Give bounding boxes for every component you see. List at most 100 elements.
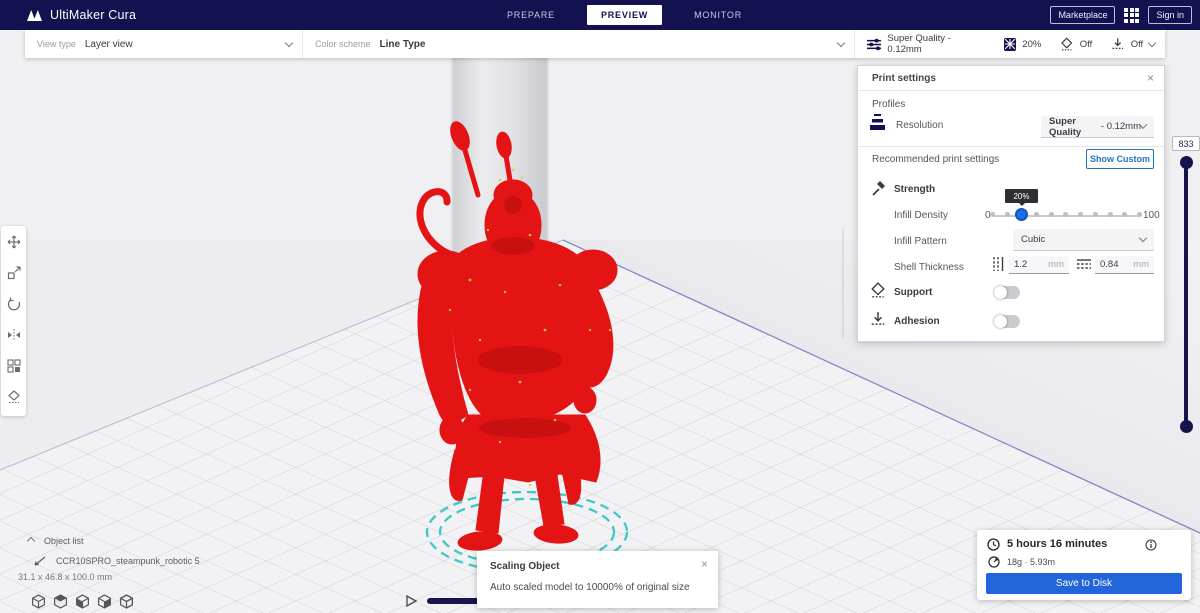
- chevron-down-icon: [836, 38, 846, 47]
- resolution-label: Resolution: [896, 120, 944, 131]
- profile-summary: Super Quality - 0.12mm: [887, 33, 951, 55]
- top-bottom-value: 0.84: [1100, 259, 1119, 270]
- view-type-dropdown[interactable]: View type Layer view: [25, 30, 303, 58]
- print-time-estimate: 5 hours 16 minutes: [1007, 538, 1108, 550]
- infill-pattern-dropdown[interactable]: Cubic: [1013, 229, 1154, 251]
- wall-thickness-input[interactable]: 1.2 mm: [1009, 256, 1069, 274]
- chevron-down-icon[interactable]: [1147, 38, 1157, 47]
- support-section-label: Support: [894, 287, 933, 298]
- print-settings-title: Print settings: [872, 72, 936, 84]
- view-type-value: Layer view: [84, 38, 133, 50]
- output-panel: 5 hours 16 minutes 18g · 5.93m Save to D…: [977, 530, 1191, 600]
- object-list-item[interactable]: CCR10SPRO_steampunk_robotic 5: [34, 556, 200, 566]
- mirror-tool-button[interactable]: [1, 319, 26, 350]
- sliders-icon: [867, 38, 882, 50]
- ultimaker-logo-icon: [27, 9, 42, 21]
- scaling-notification: Scaling Object × Auto scaled model to 10…: [477, 551, 718, 608]
- object-name: CCR10SPRO_steampunk_robotic 5: [56, 556, 200, 566]
- print-settings-summary-button[interactable]: Super Quality - 0.12mm 20% Off Off: [855, 30, 1165, 58]
- material-gauge-icon: [988, 556, 1000, 568]
- notification-body: Auto scaled model to 10000% of original …: [490, 582, 690, 593]
- infill-icon: [1003, 37, 1017, 51]
- layer-slider-top-handle[interactable]: [1180, 156, 1193, 169]
- view-type-label: View type: [37, 39, 76, 49]
- layer-slider-bottom-handle[interactable]: [1180, 420, 1193, 433]
- view-top-icon[interactable]: [75, 594, 90, 609]
- wall-thickness-unit: mm: [1048, 259, 1064, 270]
- camera-view-buttons: [31, 594, 134, 609]
- notification-title: Scaling Object: [490, 561, 560, 572]
- infill-value-tooltip: 20%: [1005, 189, 1038, 206]
- infill-density-label: Infill Density: [894, 210, 948, 221]
- caret-up-icon: [26, 536, 36, 546]
- object-list-toggle[interactable]: Object list: [26, 536, 84, 546]
- print-settings-header: Print settings ×: [858, 66, 1164, 91]
- save-to-disk-button[interactable]: Save to Disk: [986, 573, 1182, 594]
- per-model-settings-icon: [6, 358, 21, 373]
- wall-thickness-icon: [993, 257, 1004, 271]
- cura-window: UltiMaker Cura PREPARE PREVIEW MONITOR M…: [0, 0, 1200, 613]
- view-left-icon[interactable]: [97, 594, 112, 609]
- marketplace-button[interactable]: Marketplace: [1050, 6, 1116, 24]
- clock-icon: [987, 538, 1000, 551]
- support-blocker-icon: [7, 389, 20, 403]
- view-front-icon[interactable]: [53, 594, 68, 609]
- adhesion-toggle[interactable]: [994, 315, 1020, 328]
- print-settings-panel: Print settings × Profiles Resolution Sup…: [857, 65, 1165, 342]
- rotate-tool-button[interactable]: [1, 288, 26, 319]
- applications-grid-icon[interactable]: [1124, 7, 1140, 23]
- info-icon[interactable]: [1145, 539, 1157, 551]
- adhesion-section-label: Adhesion: [894, 316, 940, 327]
- tab-preview[interactable]: PREVIEW: [586, 5, 663, 25]
- app-logo: UltiMaker Cura: [26, 8, 136, 22]
- close-icon[interactable]: ×: [1147, 71, 1154, 85]
- top-bar: UltiMaker Cura PREPARE PREVIEW MONITOR M…: [0, 0, 1200, 30]
- color-scheme-value: Line Type: [379, 38, 426, 50]
- view-3d-icon[interactable]: [31, 594, 46, 609]
- play-button[interactable]: [405, 594, 418, 608]
- material-estimate: 18g · 5.93m: [1007, 557, 1056, 567]
- recommended-settings-label: Recommended print settings: [872, 154, 1000, 165]
- infill-pattern-value: Cubic: [1021, 234, 1046, 245]
- tab-monitor[interactable]: MONITOR: [684, 6, 752, 24]
- view-toolbar: View type Layer view Color scheme Line T…: [25, 30, 1165, 58]
- color-scheme-label: Color scheme: [315, 39, 371, 49]
- stage-tabs: PREPARE PREVIEW MONITOR: [497, 0, 752, 30]
- adhesion-icon: [871, 312, 885, 325]
- slider-max-label: 100: [1143, 210, 1160, 221]
- resolution-dropdown[interactable]: Super Quality - 0.12mm: [1041, 116, 1154, 138]
- layer-slider-track[interactable]: [1184, 158, 1188, 430]
- adhesion-icon: [1112, 38, 1124, 49]
- support-toggle[interactable]: [994, 286, 1020, 299]
- close-icon[interactable]: ×: [701, 557, 708, 571]
- infill-slider-handle[interactable]: [1015, 208, 1028, 221]
- move-icon: [7, 235, 20, 248]
- rotate-icon: [7, 297, 20, 310]
- view-right-icon[interactable]: [119, 594, 134, 609]
- top-bottom-thickness-icon: [1077, 259, 1091, 269]
- tab-prepare[interactable]: PREPARE: [497, 6, 565, 24]
- top-bottom-unit: mm: [1133, 259, 1149, 270]
- sign-in-button[interactable]: Sign in: [1148, 6, 1192, 24]
- scale-icon: [7, 265, 21, 279]
- infill-slider-ticks: [990, 212, 1142, 217]
- color-scheme-dropdown[interactable]: Color scheme Line Type: [303, 30, 855, 58]
- scale-tool-button[interactable]: [1, 257, 26, 288]
- infill-summary: 20%: [1022, 38, 1042, 50]
- adhesion-summary: Off: [1130, 38, 1144, 50]
- resolution-value-suffix: - 0.12mm: [1098, 121, 1142, 132]
- layer-number-box[interactable]: 833: [1172, 136, 1200, 151]
- wall-thickness-value: 1.2: [1014, 259, 1028, 270]
- move-tool-button[interactable]: [1, 226, 26, 257]
- top-bottom-thickness-input[interactable]: 0.84 mm: [1095, 256, 1154, 274]
- support-summary: Off: [1079, 38, 1093, 50]
- model-cursor-icon: [34, 556, 46, 566]
- object-list-title: Object list: [44, 536, 84, 546]
- tool-column: [1, 226, 26, 416]
- play-icon: [406, 594, 418, 608]
- show-custom-button[interactable]: Show Custom: [1086, 149, 1154, 169]
- per-model-settings-button[interactable]: [1, 350, 26, 381]
- support-blocker-button[interactable]: [1, 381, 26, 412]
- resolution-icon: [870, 114, 885, 130]
- infill-pattern-label: Infill Pattern: [894, 236, 947, 247]
